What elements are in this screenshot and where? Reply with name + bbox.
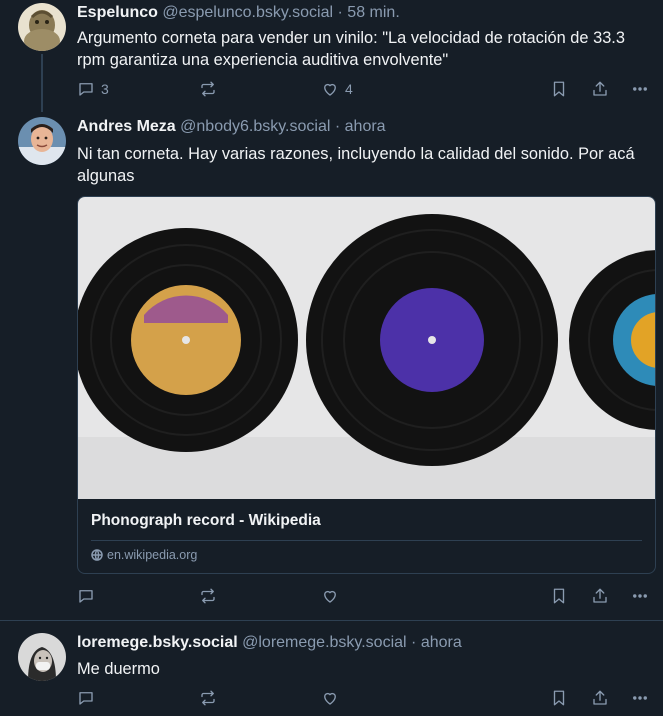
bookmark-icon [553,690,565,706]
share-icon [593,690,607,705]
like-button[interactable] [321,687,345,709]
post-text: Me duermo [77,660,160,678]
bookmark-button[interactable] [550,687,568,709]
avatar[interactable] [18,633,66,681]
post-actions [77,687,657,709]
more-button[interactable] [631,687,649,709]
post-loremege[interactable]: loremege.bsky.social @loremege.bsky.soci… [0,0,663,716]
author-name[interactable]: loremege.bsky.social [77,634,238,651]
repost-icon [201,690,215,706]
heart-icon [324,692,336,705]
reply-icon [79,692,93,705]
more-icon [633,696,647,700]
post-header: loremege.bsky.social @loremege.bsky.soci… [77,633,462,653]
separator: · [411,634,417,651]
repost-button[interactable] [199,687,223,709]
share-button[interactable] [591,687,609,709]
post-time[interactable]: ahora [421,634,462,651]
reply-button[interactable] [77,687,101,709]
author-handle[interactable]: @loremege.bsky.social [242,634,406,651]
